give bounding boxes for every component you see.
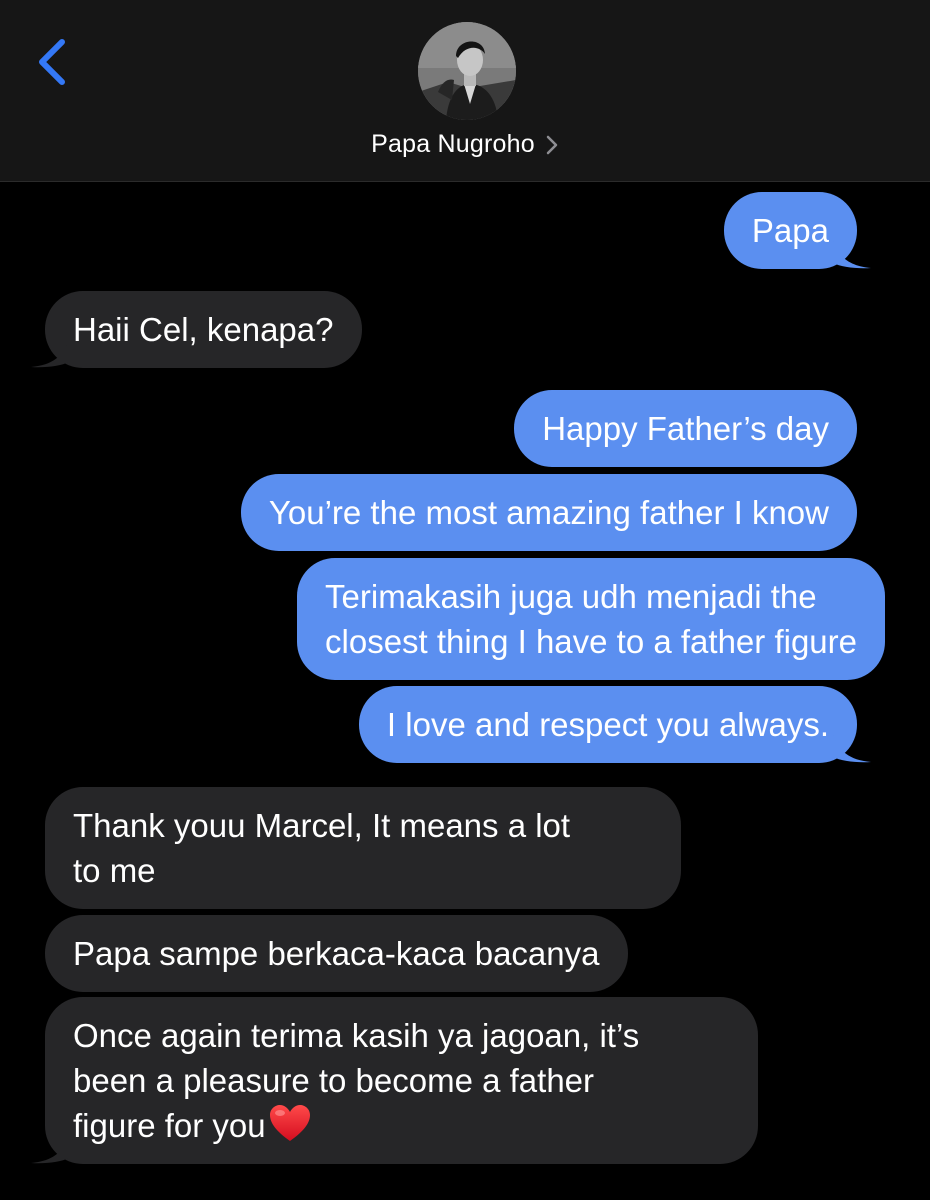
bubble-tail: [31, 1136, 69, 1164]
message-text: Happy Father’s day: [542, 410, 829, 447]
message-text: figure for you: [73, 1107, 266, 1144]
message-bubble-sent[interactable]: I love and respect you always.: [358, 686, 871, 763]
bubble-tail: [833, 735, 871, 763]
message-text: Papa sampe berkaca-kaca bacanya: [73, 935, 600, 972]
message-bubble-received[interactable]: Papa sampe berkaca-kaca bacanya: [45, 915, 628, 992]
bubble-tail: [833, 241, 871, 269]
message-text: You’re the most amazing father I know: [268, 494, 829, 531]
message-bubble-received[interactable]: Thank youu Marcel, It means a lot to me: [45, 787, 681, 909]
imessage-conversation-screen: Papa Nugroho Papa Haii Cel, kenapa? Happ…: [0, 0, 930, 1200]
message-bubble-sent[interactable]: Papa: [723, 192, 871, 269]
message-text-line: Once again terima kasih ya jagoan, it’s: [73, 1017, 640, 1054]
message-text: I love and respect you always.: [386, 706, 829, 743]
message-text-line-with-icon: figure for you: [73, 1103, 730, 1148]
message-text-line: to me: [73, 852, 156, 889]
message-text: Haii Cel, kenapa?: [73, 311, 334, 348]
chevron-right-icon: [546, 135, 558, 155]
contact-name-row[interactable]: Papa Nugroho: [0, 122, 930, 166]
message-bubble-sent[interactable]: Happy Father’s day: [514, 390, 857, 467]
message-bubble-sent[interactable]: You’re the most amazing father I know: [240, 474, 857, 551]
message-bubble-sent[interactable]: Terimakasih juga udh menjadi the closest…: [297, 558, 885, 680]
contact-name: Papa Nugroho: [371, 129, 535, 158]
message-text-line: been a pleasure to become a father: [73, 1062, 595, 1099]
chevron-left-icon[interactable]: [28, 30, 78, 94]
message-text-line: Terimakasih juga udh menjadi the: [325, 578, 817, 615]
message-text-line: closest thing I have to a father figure: [325, 623, 857, 660]
conversation-header: Papa Nugroho: [0, 0, 930, 182]
contact-avatar[interactable]: [418, 22, 516, 120]
message-bubble-received[interactable]: Once again terima kasih ya jagoan, it’s …: [31, 997, 758, 1164]
message-thread: Papa Haii Cel, kenapa? Happy Father’s da…: [0, 182, 930, 1200]
message-text: Papa: [751, 212, 829, 249]
message-text-line: Thank youu Marcel, It means a lot: [73, 807, 571, 844]
bubble-tail: [31, 340, 69, 368]
red-heart-icon: [269, 1105, 310, 1141]
message-bubble-received[interactable]: Haii Cel, kenapa?: [31, 291, 362, 368]
